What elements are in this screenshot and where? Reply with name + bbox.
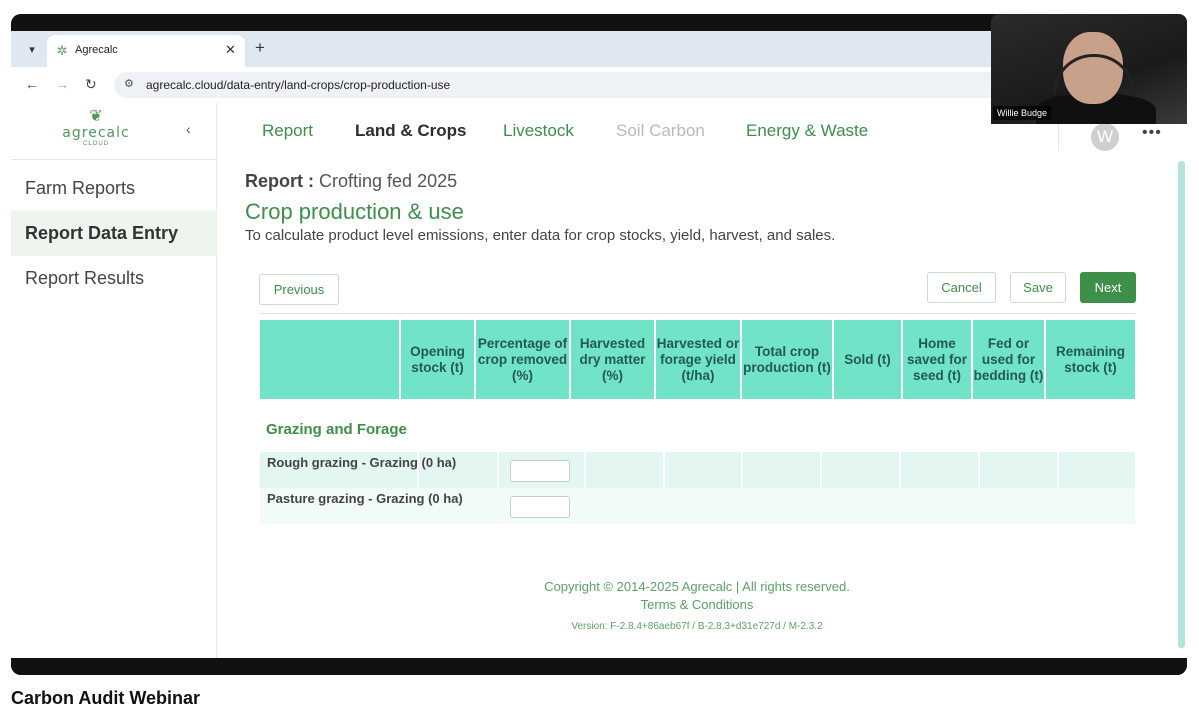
percentage-removed-input[interactable]	[510, 496, 570, 518]
video-bottom-bar	[11, 658, 1187, 675]
scrollbar[interactable]	[1178, 161, 1185, 648]
nav-tab-energy-waste[interactable]: Energy & Waste	[746, 121, 868, 141]
cell-sold	[820, 452, 899, 488]
agrecalc-favicon-icon: ✲	[56, 43, 68, 58]
cell-opening-stock	[417, 452, 497, 488]
page-description: To calculate product level emissions, en…	[245, 227, 836, 244]
cell-forage-yield	[663, 452, 741, 488]
table-header-total-crop-production: Total crop production (t)	[740, 320, 832, 399]
report-heading: Report : Crofting fed 2025	[245, 171, 457, 192]
percentage-removed-input[interactable]	[510, 460, 570, 482]
reload-icon[interactable]: ↻	[85, 76, 97, 93]
table-header-home-saved-seed: Home saved for seed (t)	[901, 320, 971, 399]
agrecalc-logo[interactable]: ❦ agrecalc CLOUD	[61, 109, 131, 153]
video-caption: Carbon Audit Webinar	[11, 688, 200, 708]
terms-link[interactable]: Terms & Conditions	[217, 597, 1177, 612]
table-header-row: Opening stock (t) Percentage of crop rem…	[260, 320, 1135, 399]
sidebar-item-report-results[interactable]: Report Results	[11, 256, 217, 301]
table-header-percentage-removed: Percentage of crop removed (%)	[474, 320, 569, 399]
site-info-icon[interactable]: ⚙	[124, 77, 134, 90]
app-area: ❦ agrecalc CLOUD ‹ Farm Reports Report D…	[11, 103, 1187, 658]
nav-tab-livestock[interactable]: Livestock	[503, 121, 574, 141]
row-label: Pasture grazing - Grazing (0 ha)	[267, 491, 463, 506]
tab-close-icon[interactable]: ✕	[225, 42, 236, 58]
tab-list-dropdown-icon[interactable]: ▾	[21, 39, 43, 61]
cancel-button[interactable]: Cancel	[927, 272, 996, 303]
version-text: Version: F-2.8.4+86aeb67f / B-2.8.3+d31e…	[571, 621, 823, 632]
sidebar: ❦ agrecalc CLOUD ‹ Farm Reports Report D…	[11, 103, 217, 658]
group-title-grazing-forage: Grazing and Forage	[266, 421, 407, 438]
browser-tab[interactable]: ✲ Agrecalc ✕	[47, 35, 245, 67]
report-name: Crofting fed 2025	[319, 171, 458, 191]
next-button[interactable]: Next	[1080, 272, 1136, 303]
table-header-label	[260, 320, 399, 399]
url-text: agrecalc.cloud/data-entry/land-crops/cro…	[146, 78, 451, 92]
previous-button[interactable]: Previous	[259, 274, 339, 305]
nav-tab-report[interactable]: Report	[262, 121, 313, 141]
table-header-sold: Sold (t)	[832, 320, 901, 399]
cell-remaining	[1057, 452, 1135, 488]
url-bar[interactable]: ⚙ agrecalc.cloud/data-entry/land-crops/c…	[114, 72, 1074, 98]
logo-leaf-icon: ❦	[89, 108, 103, 125]
page-title: Crop production & use	[245, 199, 464, 224]
logo-subtext: CLOUD	[82, 141, 109, 147]
table-row: Rough grazing - Grazing (0 ha)	[260, 452, 1135, 488]
table-header-remaining-stock: Remaining stock (t)	[1044, 320, 1135, 399]
cell-fed-bedding	[978, 452, 1057, 488]
table-header-opening-stock: Opening stock (t)	[399, 320, 474, 399]
forward-arrow-icon[interactable]: →	[55, 76, 69, 92]
sidebar-item-report-data-entry[interactable]: Report Data Entry	[11, 211, 217, 256]
nav-tab-land-crops[interactable]: Land & Crops	[355, 121, 466, 141]
table-row: Pasture grazing - Grazing (0 ha)	[260, 488, 1135, 524]
back-arrow-icon[interactable]: ←	[25, 76, 39, 92]
table-header-harvested-dry-matter: Harvested dry matter (%)	[569, 320, 654, 399]
sidebar-item-farm-reports[interactable]: Farm Reports	[11, 166, 217, 211]
webcam-overlay: Willie Budge	[991, 14, 1187, 124]
table-header-forage-yield: Harvested or forage yield (t/ha)	[654, 320, 740, 399]
table-header-fed-bedding: Fed or used for bedding (t)	[971, 320, 1044, 399]
report-prefix: Report :	[245, 171, 314, 191]
table-top-divider	[259, 313, 1136, 314]
presenter-name: Willie Budge	[993, 106, 1052, 120]
new-tab-icon[interactable]: +	[255, 38, 265, 58]
logo-text: agrecalc	[62, 125, 130, 141]
cell-home-saved	[899, 452, 978, 488]
cell-total-production	[741, 452, 820, 488]
footer: Copyright © 2014-2025 Agrecalc | All rig…	[217, 579, 1177, 632]
cell-dry-matter	[584, 452, 663, 488]
sidebar-divider	[11, 159, 217, 160]
user-avatar[interactable]: W	[1091, 123, 1119, 151]
collapse-sidebar-chevron-icon[interactable]: ‹	[186, 121, 191, 137]
tab-title: Agrecalc	[75, 44, 118, 56]
copyright-text: Copyright © 2014-2025 Agrecalc | All rig…	[544, 579, 850, 594]
nav-tab-soil-carbon[interactable]: Soil Carbon	[616, 121, 705, 141]
save-button[interactable]: Save	[1010, 272, 1066, 303]
more-options-icon[interactable]: •••	[1142, 124, 1162, 142]
